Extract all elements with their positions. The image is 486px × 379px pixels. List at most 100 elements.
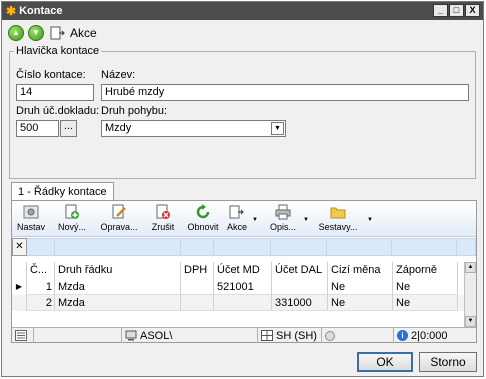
cell-zaporne[interactable]: Ne xyxy=(393,295,458,311)
status-org-text: SH (SH) xyxy=(276,329,317,342)
zrusit-button[interactable]: Zrušit xyxy=(148,204,178,232)
row-indicator-header xyxy=(12,262,27,279)
next-record-button[interactable]: ▼ xyxy=(28,25,44,41)
grid-icon xyxy=(261,330,273,341)
akce-grid-button[interactable]: Akce xyxy=(226,204,248,232)
druh-uc-dokladu-field[interactable]: 500 xyxy=(16,120,59,137)
druh-uc-dokladu-lookup-button[interactable]: ... xyxy=(60,120,77,137)
druh-pohybu-select[interactable]: Mzdy ▼ xyxy=(101,120,286,137)
close-button[interactable]: X xyxy=(465,4,480,17)
actions-icon xyxy=(229,205,244,219)
filter-cell[interactable] xyxy=(26,238,55,256)
cell-ucet-md[interactable]: 521001 xyxy=(214,279,272,295)
sestavy-button[interactable]: Sestavy... xyxy=(316,204,360,232)
oprava-label: Oprava... xyxy=(100,222,138,232)
nastav-button[interactable]: Nastav xyxy=(16,204,46,232)
druh-pohybu-value: Mzdy xyxy=(105,122,132,134)
cell-ucet-dal[interactable] xyxy=(272,279,328,295)
cell-zaporne[interactable]: Ne xyxy=(393,279,458,295)
opis-button[interactable]: Opis... xyxy=(268,204,298,232)
zrusit-label: Zrušit xyxy=(151,222,175,232)
print-icon xyxy=(275,204,291,220)
opis-dropdown-caret-icon[interactable]: ▼ xyxy=(303,217,309,223)
filter-cell[interactable] xyxy=(54,238,181,256)
list-icon xyxy=(15,330,27,341)
cell-druh-radku[interactable]: Mzda xyxy=(55,279,181,295)
status-user-text: ASOL\ xyxy=(140,329,173,342)
column-header-druh-radku[interactable]: Druh řádku xyxy=(55,262,181,279)
akce-grid-label: Akce xyxy=(226,222,247,232)
status-user: ASOL\ xyxy=(122,328,258,343)
filter-cell[interactable] xyxy=(457,238,476,256)
refresh-icon xyxy=(196,204,210,219)
grid-header: Č... Druh řádku DPH Účet MD Účet DAL Ciz… xyxy=(12,262,476,279)
maximize-button[interactable]: □ xyxy=(449,4,464,17)
column-header-cislo[interactable]: Č... xyxy=(27,262,55,279)
filter-cell[interactable] xyxy=(213,238,272,256)
grid-list-icon[interactable] xyxy=(12,328,34,343)
obnovit-label: Obnovit xyxy=(187,222,219,232)
filter-cell[interactable] xyxy=(392,238,458,256)
column-header-ucet-dal[interactable]: Účet DAL xyxy=(272,262,328,279)
delete-icon xyxy=(156,204,170,219)
window-controls: _ □ X xyxy=(433,4,480,17)
info-icon: i xyxy=(397,330,408,341)
cell-dph[interactable] xyxy=(181,295,214,311)
status-empty xyxy=(34,328,122,343)
sestavy-dropdown-caret-icon[interactable]: ▼ xyxy=(367,217,373,223)
filter-row: ✕ xyxy=(12,238,476,256)
previous-record-button[interactable]: ▲ xyxy=(8,25,24,41)
nastav-label: Nastav xyxy=(16,222,45,232)
akce-label: Akce xyxy=(70,26,97,40)
column-header-cizi-mena[interactable]: Cizí měna xyxy=(328,262,393,279)
reports-folder-icon xyxy=(330,207,346,219)
filter-cell[interactable] xyxy=(271,238,328,256)
computer-icon xyxy=(125,330,137,341)
akce-dropdown-caret-icon[interactable]: ▼ xyxy=(252,217,258,223)
column-header-ucet-md[interactable]: Účet MD xyxy=(214,262,272,279)
obnovit-button[interactable]: Obnovit xyxy=(186,204,220,232)
vertical-scrollbar[interactable]: ▲ ▼ xyxy=(464,262,476,327)
cell-cislo[interactable]: 1 xyxy=(27,279,55,295)
column-header-zaporne[interactable]: Záporně xyxy=(393,262,458,279)
storno-button[interactable]: Storno xyxy=(419,352,477,372)
druh-pohybu-label: Druh pohybu: xyxy=(101,105,168,117)
novy-button[interactable]: Nový... xyxy=(54,204,90,232)
filter-cell[interactable] xyxy=(180,238,214,256)
chevron-down-icon[interactable]: ▼ xyxy=(271,122,284,135)
title-bar: ✱ Kontace _ □ X xyxy=(2,2,483,20)
window-title: Kontace xyxy=(19,5,63,17)
akce-button[interactable]: Akce xyxy=(50,26,97,40)
filter-cell[interactable] xyxy=(327,238,393,256)
header-group-legend: Hlavička kontace xyxy=(16,45,100,57)
header-group: Hlavička kontace Číslo kontace: Název: 1… xyxy=(9,45,476,179)
cell-druh-radku[interactable]: Mzda xyxy=(55,295,181,311)
table-row[interactable]: 2 Mzda 331000 Ne Ne xyxy=(12,295,476,311)
cell-ucet-dal[interactable]: 331000 xyxy=(272,295,328,311)
scroll-up-icon[interactable]: ▲ xyxy=(465,262,476,273)
minimize-button[interactable]: _ xyxy=(433,4,448,17)
ok-button[interactable]: OK xyxy=(357,352,413,372)
cell-cizi-mena[interactable]: Ne xyxy=(328,279,393,295)
cell-cislo[interactable]: 2 xyxy=(27,295,55,311)
oprava-button[interactable]: Oprava... xyxy=(98,204,140,232)
cell-ucet-md[interactable] xyxy=(214,295,272,311)
scroll-down-icon[interactable]: ▼ xyxy=(465,316,476,327)
status-circle xyxy=(322,328,394,343)
nazev-field[interactable]: Hrubé mzdy xyxy=(101,84,469,101)
tab-radky-kontace[interactable]: 1 - Řádky kontace xyxy=(11,182,114,201)
cell-dph[interactable] xyxy=(181,279,214,295)
current-row-arrow-icon: ▶ xyxy=(12,279,27,295)
new-document-icon xyxy=(65,204,79,219)
cislo-kontace-field[interactable]: 14 xyxy=(16,84,94,101)
status-org: SH (SH) xyxy=(258,328,322,343)
column-header-dph[interactable]: DPH xyxy=(181,262,214,279)
cislo-kontace-label: Číslo kontace: xyxy=(16,69,86,81)
radky-kontace-panel: Nastav Nový... Oprava... Zrušit Obnovit … xyxy=(11,200,477,343)
actions-doc-icon xyxy=(50,26,65,40)
cell-cizi-mena[interactable]: Ne xyxy=(328,295,393,311)
edit-icon xyxy=(112,204,126,219)
table-row[interactable]: ▶ 1 Mzda 521001 Ne Ne xyxy=(12,279,476,295)
clear-filter-icon[interactable]: ✕ xyxy=(12,238,27,256)
settings-icon xyxy=(23,205,39,219)
